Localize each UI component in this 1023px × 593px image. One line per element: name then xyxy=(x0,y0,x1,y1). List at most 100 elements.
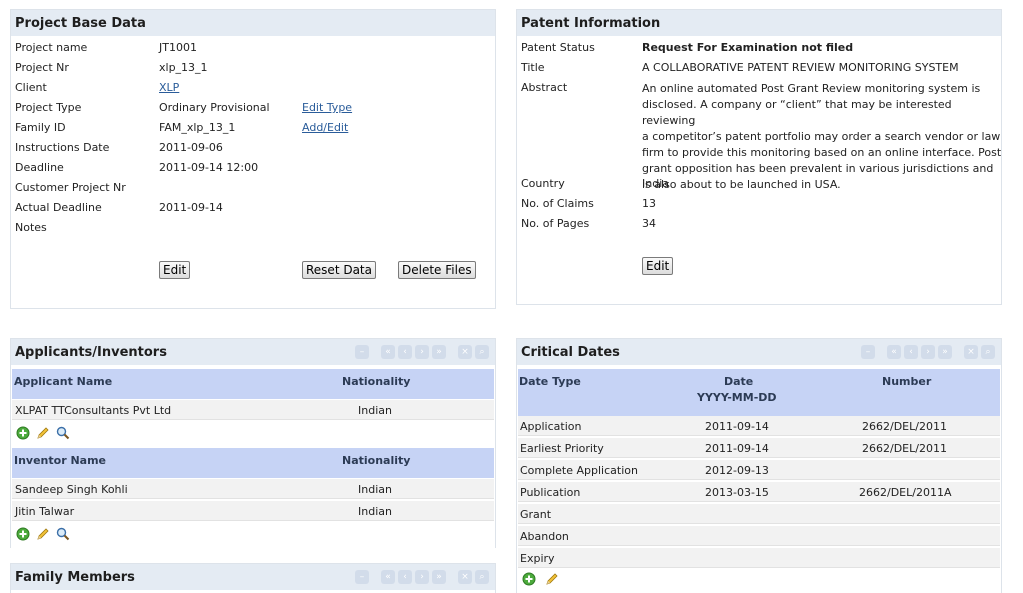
edit-date-icon[interactable] xyxy=(545,572,559,586)
table-row[interactable]: Application 2011-09-14 2662/DEL/2011 xyxy=(518,416,1000,436)
critical-dates-title: Critical Dates xyxy=(521,344,620,360)
table-row[interactable]: XLPAT TTConsultants Pvt Ltd Indian xyxy=(12,400,494,420)
family-members-panel: Family Members – « ‹ › » × ⌕ xyxy=(10,563,496,593)
pager-collapse-icon[interactable]: – xyxy=(861,345,875,359)
date-type-cell: Earliest Priority xyxy=(520,442,604,455)
pager-last-icon[interactable]: » xyxy=(432,570,446,584)
table-row[interactable]: Publication 2013-03-15 2662/DEL/2011A xyxy=(518,482,1000,502)
pager-search-icon[interactable]: ⌕ xyxy=(475,570,489,584)
patent-status-label: Patent Status xyxy=(521,41,595,54)
pager-prev-icon[interactable]: ‹ xyxy=(904,345,918,359)
patent-info-title: Patent Information xyxy=(521,15,661,31)
add-inventor-icon[interactable] xyxy=(16,527,30,541)
pager-next-icon[interactable]: › xyxy=(415,570,429,584)
pager-collapse-icon[interactable]: – xyxy=(355,570,369,584)
field-value-family-id: FAM_xlp_13_1 xyxy=(159,121,236,134)
date-type-cell: Expiry xyxy=(520,552,555,565)
pager-first-icon[interactable]: « xyxy=(381,345,395,359)
table-row[interactable]: Grant xyxy=(518,504,1000,524)
critical-dates-panel: Critical Dates – « ‹ › » × ⌕ Date Type D… xyxy=(516,338,1002,593)
pager-search-icon[interactable]: ⌕ xyxy=(981,345,995,359)
claims-value: 13 xyxy=(642,197,656,210)
pager-last-icon[interactable]: » xyxy=(938,345,952,359)
patent-title-label: Title xyxy=(521,61,545,74)
pager-prev-icon[interactable]: ‹ xyxy=(398,345,412,359)
edit-project-button[interactable]: Edit xyxy=(159,261,191,279)
field-label-family-id: Family ID xyxy=(15,121,66,134)
claims-label: No. of Claims xyxy=(521,197,594,210)
pager-next-icon[interactable]: › xyxy=(415,345,429,359)
table-row[interactable]: Earliest Priority 2011-09-14 2662/DEL/20… xyxy=(518,438,1000,458)
search-applicant-icon[interactable] xyxy=(56,426,70,440)
inventor-nationality-cell: Indian xyxy=(358,483,392,496)
patent-title-value: A COLLABORATIVE PATENT REVIEW MONITORING… xyxy=(642,61,959,74)
applicant-name-header[interactable]: Applicant Name xyxy=(14,375,112,388)
dates-grid-header: Date Type Date YYYY-MM-DD Number xyxy=(518,369,1000,416)
delete-files-button[interactable]: Delete Files xyxy=(398,261,476,279)
date-cell: 2011-09-14 xyxy=(705,442,769,455)
abstract-line: is also about to be launched in USA. xyxy=(642,178,841,191)
field-value-deadline: 2011-09-14 12:00 xyxy=(159,161,259,174)
client-link[interactable]: XLP xyxy=(159,81,179,94)
field-label-deadline: Deadline xyxy=(15,161,64,174)
table-row[interactable]: Sandeep Singh Kohli Indian xyxy=(12,479,494,499)
field-value-instructions-date: 2011-09-06 xyxy=(159,141,223,154)
applicant-nationality-cell: Indian xyxy=(358,404,392,417)
patent-info-panel: Patent Information Patent Status Request… xyxy=(516,9,1002,305)
pager-close-icon[interactable]: × xyxy=(458,345,472,359)
critical-dates-header: Critical Dates – « ‹ › » × ⌕ xyxy=(517,339,1001,365)
inventor-name-cell: Sandeep Singh Kohli xyxy=(15,483,128,496)
applicants-title: Applicants/Inventors xyxy=(15,344,167,360)
field-label-project-type: Project Type xyxy=(15,101,82,114)
country-label: Country xyxy=(521,177,565,190)
number-header[interactable]: Number xyxy=(882,375,931,388)
edit-patent-button[interactable]: Edit xyxy=(642,257,674,275)
add-date-icon[interactable] xyxy=(522,572,536,586)
country-value: India xyxy=(642,177,669,190)
add-applicant-icon[interactable] xyxy=(16,426,30,440)
edit-inventor-icon[interactable] xyxy=(36,527,50,541)
applicant-nationality-header[interactable]: Nationality xyxy=(342,375,410,388)
pager-search-icon[interactable]: ⌕ xyxy=(475,345,489,359)
field-label-actual-deadline: Actual Deadline xyxy=(15,201,102,214)
inventor-name-header[interactable]: Inventor Name xyxy=(14,454,106,467)
date-header[interactable]: Date xyxy=(724,375,753,388)
pager-collapse-icon[interactable]: – xyxy=(355,345,369,359)
project-base-title: Project Base Data xyxy=(15,15,146,31)
field-label-client: Client xyxy=(15,81,47,94)
field-label-project-name: Project name xyxy=(15,41,88,54)
edit-type-link[interactable]: Edit Type xyxy=(302,101,352,114)
inventor-nationality-header[interactable]: Nationality xyxy=(342,454,410,467)
abstract-line: disclosed. A company or “client” that ma… xyxy=(642,98,952,127)
pager-close-icon[interactable]: × xyxy=(458,570,472,584)
pages-label: No. of Pages xyxy=(521,217,590,230)
abstract-line: An online automated Post Grant Review mo… xyxy=(642,82,981,95)
table-row[interactable]: Complete Application 2012-09-13 xyxy=(518,460,1000,480)
field-label-project-nr: Project Nr xyxy=(15,61,69,74)
applicants-panel: Applicants/Inventors – « ‹ › » × ⌕ Appli… xyxy=(10,338,496,548)
field-label-instructions-date: Instructions Date xyxy=(15,141,110,154)
edit-applicant-icon[interactable] xyxy=(36,426,50,440)
pages-value: 34 xyxy=(642,217,656,230)
pager-controls: – « ‹ › » × ⌕ xyxy=(861,345,995,359)
add-edit-family-link[interactable]: Add/Edit xyxy=(302,121,348,134)
table-row[interactable]: Abandon xyxy=(518,526,1000,546)
pager-last-icon[interactable]: » xyxy=(432,345,446,359)
date-type-cell: Abandon xyxy=(520,530,569,543)
pager-next-icon[interactable]: › xyxy=(921,345,935,359)
field-label-customer-project-nr: Customer Project Nr xyxy=(15,181,126,194)
table-row[interactable]: Jitin Talwar Indian xyxy=(12,501,494,521)
search-inventor-icon[interactable] xyxy=(56,527,70,541)
pager-prev-icon[interactable]: ‹ xyxy=(398,570,412,584)
table-row[interactable]: Expiry xyxy=(518,548,1000,568)
pager-first-icon[interactable]: « xyxy=(887,345,901,359)
patent-info-header: Patent Information xyxy=(517,10,1001,36)
reset-data-button[interactable]: Reset Data xyxy=(302,261,376,279)
abstract-label: Abstract xyxy=(521,81,568,94)
pager-first-icon[interactable]: « xyxy=(381,570,395,584)
date-type-cell: Grant xyxy=(520,508,552,521)
pager-close-icon[interactable]: × xyxy=(964,345,978,359)
date-type-header[interactable]: Date Type xyxy=(519,375,581,388)
abstract-line: firm to provide this monitoring based on… xyxy=(642,146,1002,159)
applicant-grid-header: Applicant Name Nationality xyxy=(12,369,494,399)
